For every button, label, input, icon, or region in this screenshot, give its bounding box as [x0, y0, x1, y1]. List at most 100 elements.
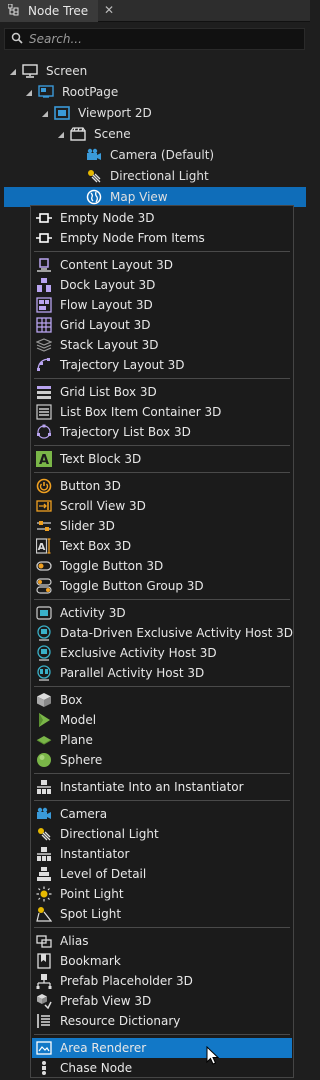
menu-item-label: Prefab Placeholder 3D	[60, 974, 193, 988]
level-of-detail-icon	[36, 866, 52, 882]
menu-item-flow-layout-3d[interactable]: Flow Layout 3D	[32, 295, 292, 315]
flow-layout-icon	[36, 297, 52, 313]
expand-arrow-icon[interactable]: ◢	[8, 67, 18, 76]
slider-icon	[36, 518, 52, 534]
tree-node-viewport-2d[interactable]: ◢ Viewport 2D	[4, 103, 306, 123]
menu-item-trajectory-layout-3d[interactable]: Trajectory Layout 3D	[32, 355, 292, 375]
menu-item-instantiator[interactable]: Instantiator	[32, 844, 292, 864]
menu-item-empty-node-3d[interactable]: Empty Node 3D	[32, 208, 292, 228]
text-box-icon: A	[36, 538, 52, 554]
menu-item-level-of-detail[interactable]: Level of Detail	[32, 864, 292, 884]
viewport-icon	[54, 105, 70, 121]
empty-node-icon	[36, 210, 52, 226]
menu-item-list-box-item-container-3d[interactable]: List Box Item Container 3D	[32, 402, 292, 422]
menu-item-trajectory-list-box-3d[interactable]: Trajectory List Box 3D	[32, 422, 292, 442]
tree-node-scene[interactable]: ◢ Scene	[4, 124, 306, 144]
instantiator-icon	[36, 846, 52, 862]
expand-arrow-icon[interactable]: ◢	[24, 88, 34, 97]
menu-item-toggle-button-3d[interactable]: Toggle Button 3D	[32, 556, 292, 576]
menu-item-label: Instantiator	[60, 847, 130, 861]
menu-separator	[34, 251, 290, 252]
tree-node-camera-default[interactable]: Camera (Default)	[4, 145, 306, 165]
menu-item-scroll-view-3d[interactable]: Scroll View 3D	[32, 496, 292, 516]
prefab-view-icon	[36, 993, 52, 1009]
menu-item-bookmark[interactable]: Bookmark	[32, 951, 292, 971]
menu-item-label: Grid List Box 3D	[60, 385, 157, 399]
directional-light-icon	[86, 168, 102, 184]
menu-item-text-box-3d[interactable]: A Text Box 3D	[32, 536, 292, 556]
menu-item-label: Box	[60, 693, 83, 707]
tree-node-label: Viewport 2D	[78, 106, 152, 120]
expand-arrow-icon[interactable]: ◢	[40, 109, 50, 118]
grid-list-box-icon	[36, 384, 52, 400]
menu-separator	[34, 800, 290, 801]
list-box-icon	[36, 404, 52, 420]
node-tree-icon	[7, 3, 22, 19]
menu-separator	[34, 773, 290, 774]
menu-item-label: Alias	[60, 934, 89, 948]
menu-item-plane[interactable]: Plane	[32, 730, 292, 750]
menu-item-area-renderer[interactable]: Area Renderer	[32, 1038, 292, 1058]
menu-item-label: List Box Item Container 3D	[60, 405, 222, 419]
tree-node-directional-light[interactable]: Directional Light	[4, 166, 306, 186]
menu-item-point-light[interactable]: Point Light	[32, 884, 292, 904]
map-view-icon	[86, 189, 102, 205]
tab-node-tree[interactable]: Node Tree	[0, 0, 98, 22]
scroll-view-icon	[36, 498, 52, 514]
svg-text:A: A	[39, 453, 49, 467]
menu-item-label: Bookmark	[60, 954, 121, 968]
menu-item-box[interactable]: Box	[32, 690, 292, 710]
plane-icon	[36, 732, 52, 748]
menu-item-activity-3d[interactable]: Activity 3D	[32, 603, 292, 623]
menu-item-label: Dock Layout 3D	[60, 278, 156, 292]
tree-node-rootpage[interactable]: ◢ RootPage	[4, 82, 306, 102]
menu-item-text-block-3d[interactable]: A Text Block 3D	[32, 449, 292, 469]
resource-dictionary-icon	[36, 1013, 52, 1029]
chase-node-icon	[36, 1060, 52, 1076]
menu-item-parallel-activity-host-3d[interactable]: Parallel Activity Host 3D	[32, 663, 292, 683]
menu-item-grid-list-box-3d[interactable]: Grid List Box 3D	[32, 382, 292, 402]
search-input[interactable]	[29, 32, 289, 46]
menu-item-label: Toggle Button 3D	[60, 559, 164, 573]
menu-item-instantiate-into-an-instantiator[interactable]: Instantiate Into an Instantiator	[32, 777, 292, 797]
menu-item-model[interactable]: Model	[32, 710, 292, 730]
activity-host-icon	[36, 665, 52, 681]
grid-layout-icon	[36, 317, 52, 333]
sphere-icon	[36, 752, 52, 768]
toggle-button-icon	[36, 558, 52, 574]
expand-arrow-icon[interactable]: ◢	[56, 130, 66, 139]
menu-item-grid-layout-3d[interactable]: Grid Layout 3D	[32, 315, 292, 335]
menu-item-slider-3d[interactable]: Slider 3D	[32, 516, 292, 536]
bookmark-icon	[36, 953, 52, 969]
menu-item-label: Content Layout 3D	[60, 258, 174, 272]
menu-item-data-driven-exclusive-activity-host-3d[interactable]: Data-Driven Exclusive Activity Host 3D	[32, 623, 293, 643]
tree-node-map-view[interactable]: Map View	[4, 187, 306, 207]
menu-item-label: Prefab View 3D	[60, 994, 152, 1008]
menu-item-prefab-placeholder-3d[interactable]: Prefab Placeholder 3D	[32, 971, 292, 991]
menu-item-prefab-view-3d[interactable]: Prefab View 3D	[32, 991, 292, 1011]
menu-item-empty-node-from-items[interactable]: Empty Node From Items	[32, 228, 292, 248]
close-icon[interactable]: ✕	[102, 3, 116, 17]
menu-item-sphere[interactable]: Sphere	[32, 750, 292, 770]
menu-item-exclusive-activity-host-3d[interactable]: Exclusive Activity Host 3D	[32, 643, 292, 663]
toggle-group-icon	[36, 578, 52, 594]
menu-item-resource-dictionary[interactable]: Resource Dictionary	[32, 1011, 292, 1031]
menu-item-label: Trajectory Layout 3D	[60, 358, 185, 372]
menu-item-toggle-button-group-3d[interactable]: Toggle Button Group 3D	[32, 576, 292, 596]
menu-item-stack-layout-3d[interactable]: Stack Layout 3D	[32, 335, 292, 355]
tree-node-screen[interactable]: ◢ Screen	[4, 61, 306, 81]
menu-item-spot-light[interactable]: Spot Light	[32, 904, 292, 924]
menu-item-content-layout-3d[interactable]: Content Layout 3D	[32, 255, 292, 275]
activity-host-icon	[36, 625, 52, 641]
menu-item-chase-node[interactable]: Chase Node	[32, 1058, 292, 1078]
menu-item-label: Parallel Activity Host 3D	[60, 666, 205, 680]
menu-item-dock-layout-3d[interactable]: Dock Layout 3D	[32, 275, 292, 295]
menu-item-alias[interactable]: Alias	[32, 931, 292, 951]
trajectory-list-icon	[36, 424, 52, 440]
menu-item-directional-light[interactable]: Directional Light	[32, 824, 292, 844]
menu-separator	[34, 927, 290, 928]
menu-item-camera[interactable]: Camera	[32, 804, 292, 824]
menu-item-button-3d[interactable]: Button 3D	[32, 476, 292, 496]
svg-text:A: A	[38, 542, 46, 553]
content-layout-icon	[36, 257, 52, 273]
